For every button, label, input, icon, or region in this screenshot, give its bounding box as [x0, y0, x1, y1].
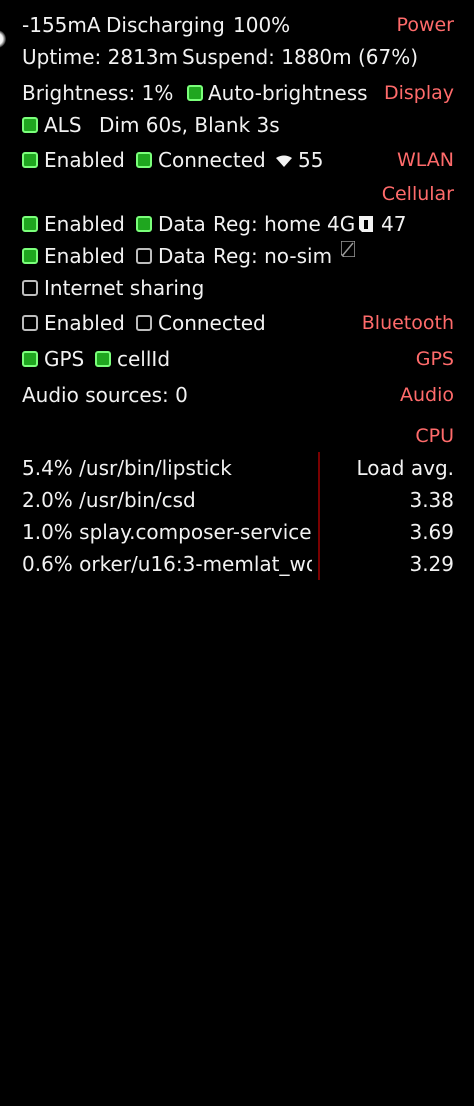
- brightness-text: Brightness: 1%: [22, 81, 174, 105]
- wlan-signal: 55: [298, 148, 324, 172]
- cellular-header-row: Cellular: [0, 179, 474, 209]
- section-power: Power: [396, 14, 454, 36]
- suspend-text: Suspend: 1880m (67%): [182, 45, 419, 69]
- als-checkbox[interactable]: [22, 117, 38, 133]
- audio-row: Audio sources: 0 Audio: [0, 380, 474, 410]
- sim1-tech: 4G: [327, 212, 356, 236]
- sim1-enabled-checkbox[interactable]: [22, 216, 38, 232]
- wlan-connected-checkbox[interactable]: [136, 152, 152, 168]
- load-avg-value: 3.69: [409, 520, 454, 544]
- wlan-row: Enabled Connected 55 WLAN: [0, 145, 474, 175]
- sim1-signal: 47: [381, 212, 407, 236]
- als-label: ALS: [44, 113, 82, 137]
- gps-row: GPS cellId GPS: [0, 344, 474, 374]
- wifi-icon: [276, 155, 292, 167]
- cpu-row: 2.0% /usr/bin/csd 3.38: [0, 485, 474, 515]
- sim1-enabled-label: Enabled: [44, 212, 125, 236]
- sim2-enabled-label: Enabled: [44, 244, 125, 268]
- cpu-row: 5.4% /usr/bin/lipstick Load avg.: [0, 453, 474, 483]
- sim1-row: Enabled Data Reg: home 4G 47: [0, 209, 474, 239]
- sim1-data-label: Data: [158, 212, 206, 236]
- sim2-data-label: Data: [158, 244, 206, 268]
- sim-card-icon: [359, 216, 373, 232]
- bluetooth-enabled-checkbox[interactable]: [22, 315, 38, 331]
- section-gps: GPS: [415, 348, 454, 370]
- battery-level: 100%: [233, 13, 291, 37]
- auto-brightness-checkbox[interactable]: [187, 85, 203, 101]
- internet-sharing-label: Internet sharing: [44, 276, 205, 300]
- load-avg-header: Load avg.: [356, 456, 454, 480]
- cpu-header-row: CPU: [0, 421, 474, 451]
- process-item: 2.0% /usr/bin/csd: [22, 488, 196, 512]
- dim-blank-text: Dim 60s, Blank 3s: [99, 113, 280, 137]
- bluetooth-connected-label: Connected: [158, 311, 266, 335]
- uptime-text: Uptime: 2813m: [22, 45, 178, 69]
- internet-sharing-row: Internet sharing: [0, 273, 474, 303]
- gps-checkbox[interactable]: [22, 351, 38, 367]
- battery-state: Discharging: [106, 13, 225, 37]
- process-item: 0.6% orker/u16:3-memlat_wq: [22, 552, 312, 576]
- process-item: 5.4% /usr/bin/lipstick: [22, 456, 232, 480]
- internet-sharing-checkbox[interactable]: [22, 280, 38, 296]
- uptime-row: Uptime: 2813m Suspend: 1880m (67%): [0, 42, 474, 72]
- section-display: Display: [383, 82, 454, 104]
- section-cellular: Cellular: [381, 183, 454, 205]
- load-avg-value: 3.29: [409, 552, 454, 576]
- auto-brightness-label: Auto-brightness: [208, 81, 368, 105]
- load-avg-value: 3.38: [409, 488, 454, 512]
- sim2-enabled-checkbox[interactable]: [22, 248, 38, 264]
- cpu-row: 1.0% splay.composer-service 3.69: [0, 517, 474, 547]
- wlan-enabled-label: Enabled: [44, 148, 125, 172]
- sim1-reg-text: Reg: home: [213, 212, 321, 236]
- sim2-reg-text: Reg: no-sim: [213, 244, 333, 268]
- bluetooth-row: Enabled Connected Bluetooth: [0, 308, 474, 338]
- bluetooth-enabled-label: Enabled: [44, 311, 125, 335]
- cellid-label: cellId: [117, 347, 171, 371]
- sim1-data-checkbox[interactable]: [136, 216, 152, 232]
- section-audio: Audio: [399, 384, 454, 406]
- section-cpu: CPU: [415, 425, 454, 447]
- battery-current: -155mA: [22, 13, 101, 37]
- process-item: 1.0% splay.composer-service: [22, 520, 312, 544]
- section-bluetooth: Bluetooth: [361, 312, 454, 334]
- sim2-data-checkbox[interactable]: [136, 248, 152, 264]
- gps-label: GPS: [44, 347, 85, 371]
- brightness-row: Brightness: 1% Auto-brightness Display: [0, 78, 474, 108]
- power-row: -155mA Discharging 100% Power: [0, 10, 474, 40]
- no-sim-icon: [341, 241, 355, 257]
- wlan-enabled-checkbox[interactable]: [22, 152, 38, 168]
- cpu-row: 0.6% orker/u16:3-memlat_wq 3.29: [0, 549, 474, 579]
- cellid-checkbox[interactable]: [95, 351, 111, 367]
- sim2-row: Enabled Data Reg: no-sim: [0, 241, 474, 271]
- audio-sources-text: Audio sources: 0: [22, 383, 188, 407]
- section-wlan: WLAN: [396, 149, 454, 171]
- wlan-connected-label: Connected: [158, 148, 266, 172]
- bluetooth-connected-checkbox[interactable]: [136, 315, 152, 331]
- als-row: ALS Dim 60s, Blank 3s: [0, 110, 474, 140]
